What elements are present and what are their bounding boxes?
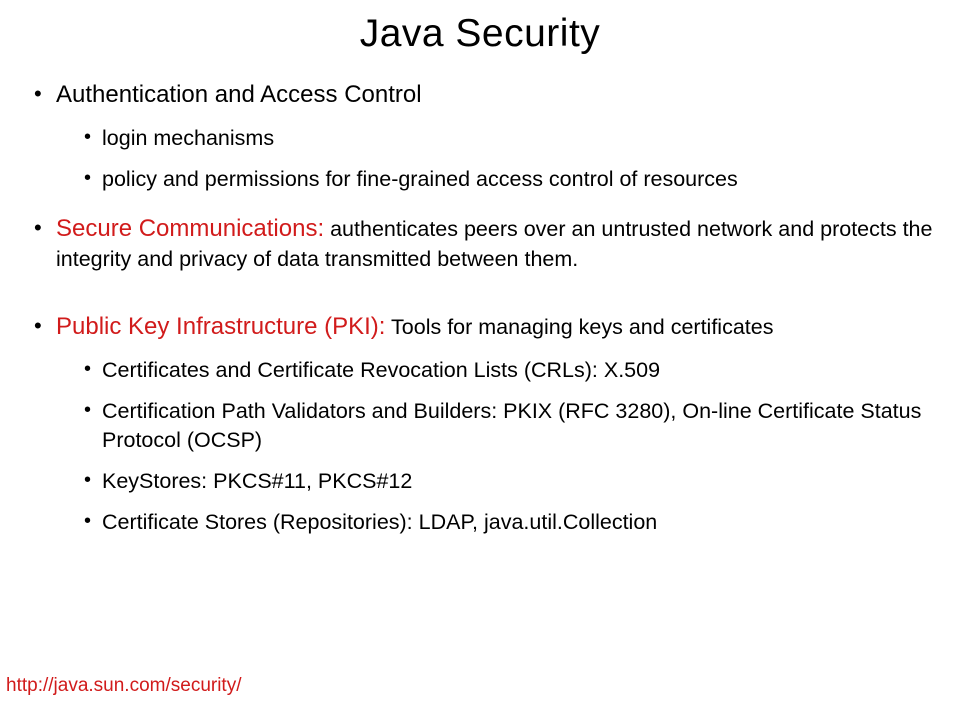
pki-label: Public Key Infrastructure (PKI): — [56, 313, 385, 340]
auth-sub-list: login mechanisms policy and permissions … — [56, 124, 950, 194]
top-list: Authentication and Access Control login … — [0, 80, 960, 537]
page-title: Java Security — [0, 12, 960, 56]
bullet-pki: Public Key Infrastructure (PKI): Tools f… — [34, 312, 950, 537]
sub-policy-text: policy and permissions for fine-grained … — [102, 167, 738, 191]
sub-crl-text: Certificates and Certificate Revocation … — [102, 358, 660, 382]
sub-login-text: login mechanisms — [102, 126, 274, 150]
sub-pkix-text: Certification Path Validators and Builde… — [102, 399, 921, 452]
sub-keystores-text: KeyStores: PKCS#11, PKCS#12 — [102, 469, 412, 493]
slide-page: Java Security Authentication and Access … — [0, 0, 960, 707]
sub-certstores: Certificate Stores (Repositories): LDAP,… — [84, 508, 950, 537]
sub-certstores-text: Certificate Stores (Repositories): LDAP,… — [102, 510, 657, 534]
sub-login: login mechanisms — [84, 124, 950, 153]
bullet-secure-comm: Secure Communications: authenticates pee… — [34, 214, 950, 292]
sub-policy: policy and permissions for fine-grained … — [84, 165, 950, 194]
sub-keystores: KeyStores: PKCS#11, PKCS#12 — [84, 467, 950, 496]
bullet-auth-text: Authentication and Access Control — [56, 81, 422, 108]
sub-crl: Certificates and Certificate Revocation … — [84, 356, 950, 385]
footer-link: http://java.sun.com/security/ — [6, 675, 242, 697]
pki-sub-list: Certificates and Certificate Revocation … — [56, 356, 950, 537]
bullet-auth: Authentication and Access Control login … — [34, 80, 950, 194]
pki-cont: Tools for managing keys and certificates — [385, 315, 773, 339]
spacer — [56, 274, 950, 292]
secure-comm-label: Secure Communications: — [56, 215, 324, 242]
sub-pkix: Certification Path Validators and Builde… — [84, 397, 950, 455]
